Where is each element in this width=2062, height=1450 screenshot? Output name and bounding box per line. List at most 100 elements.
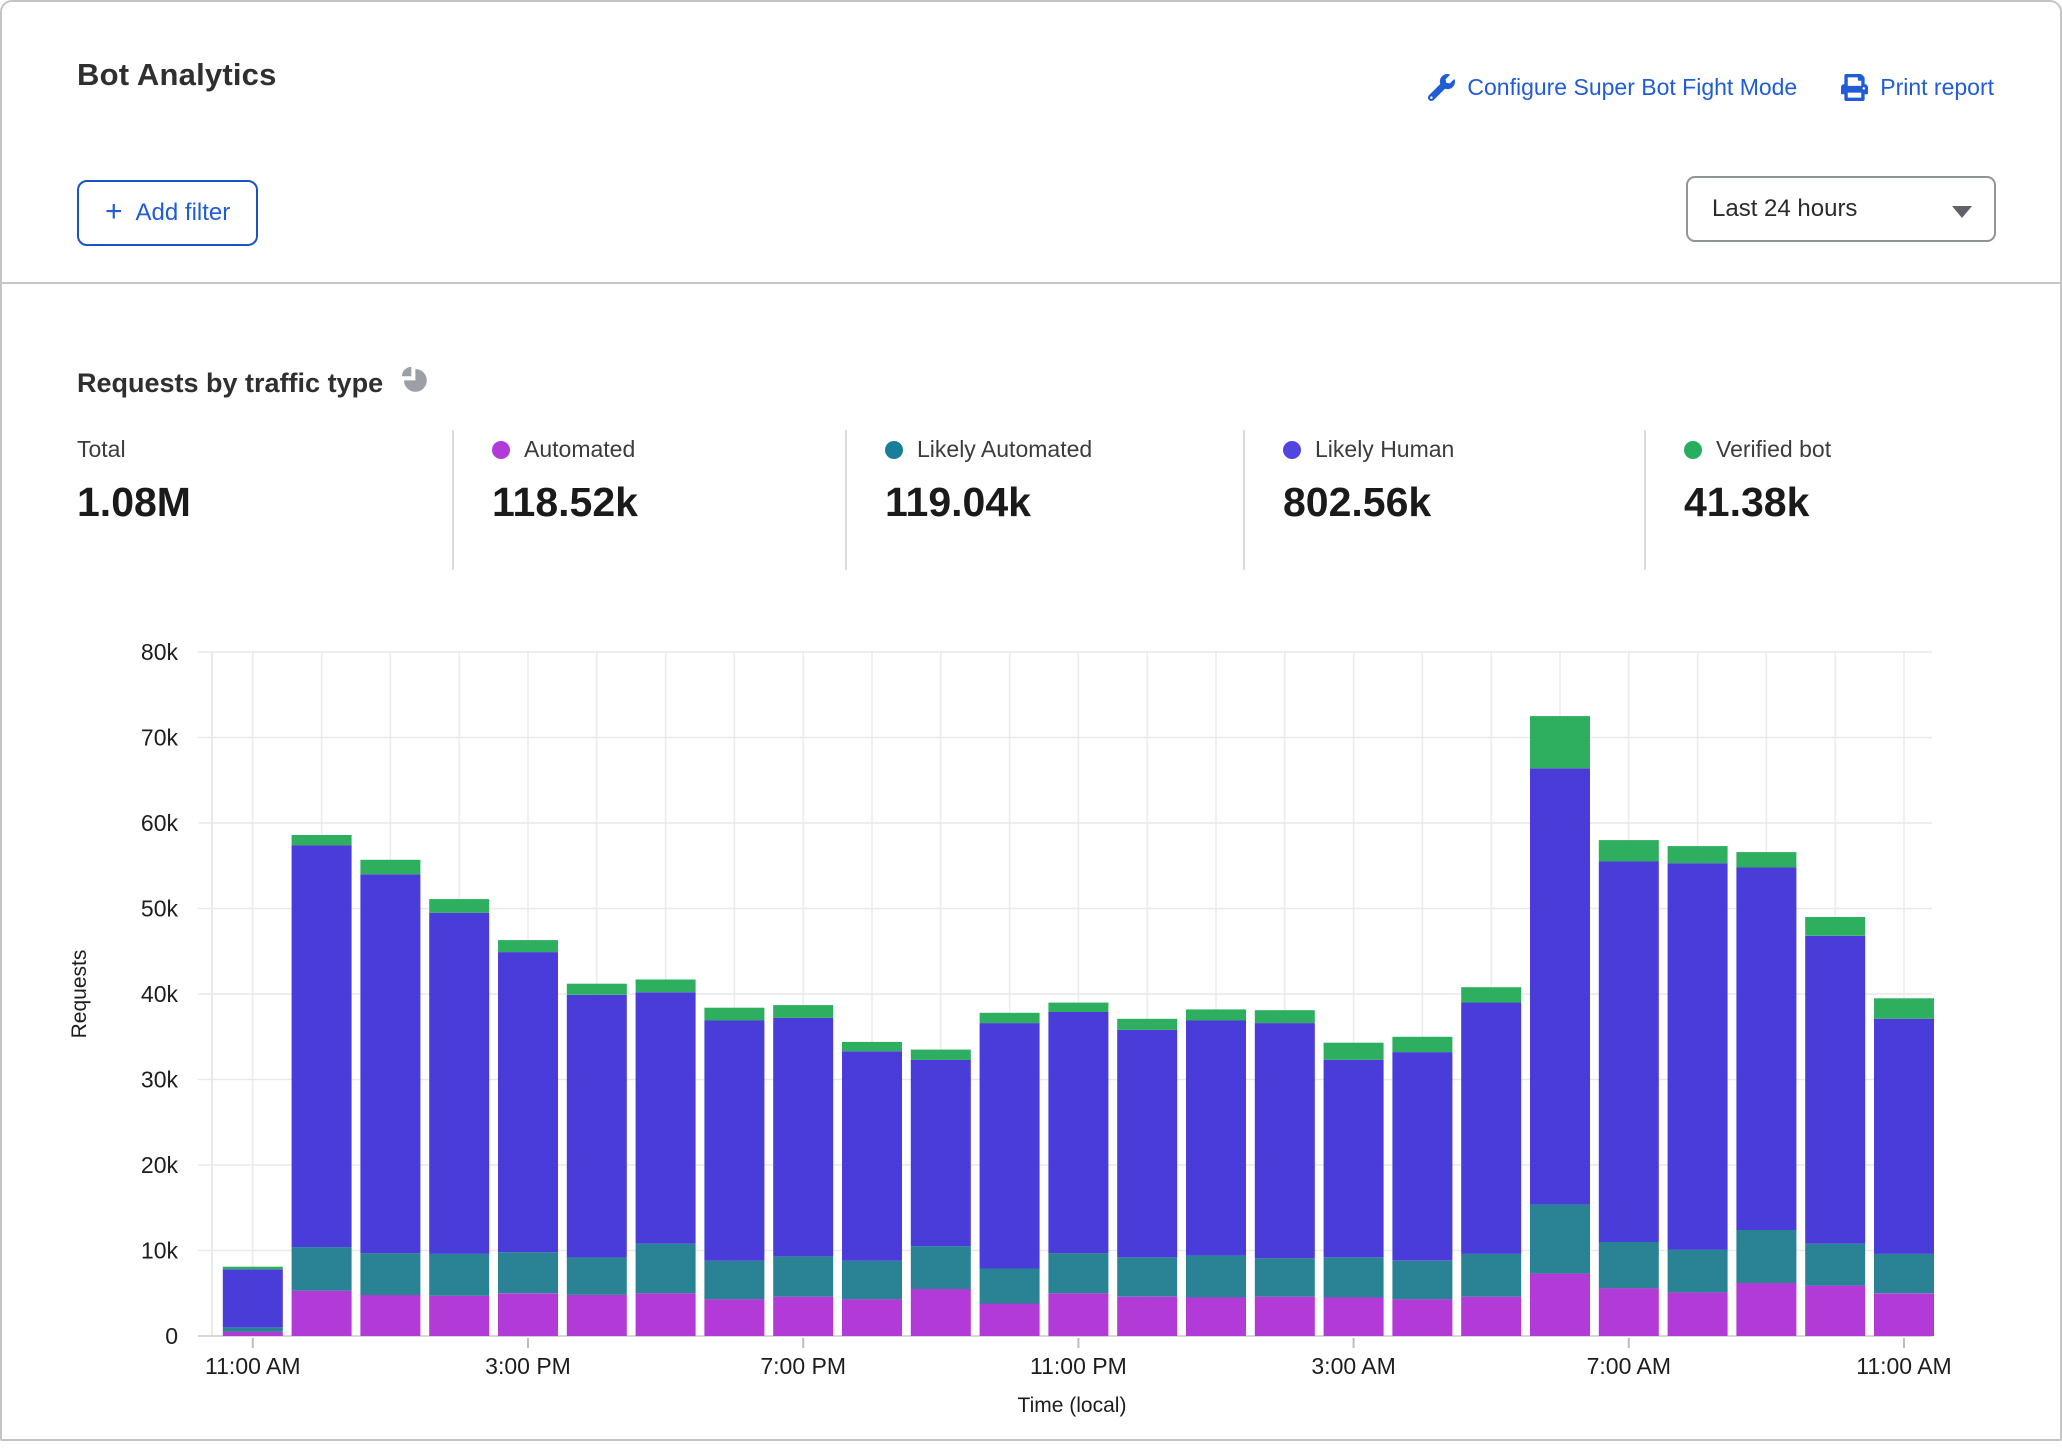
bar-segment[interactable] (292, 1291, 352, 1336)
bar-segment[interactable] (842, 1261, 902, 1300)
bar-segment[interactable] (1874, 1019, 1934, 1254)
bar-segment[interactable] (1874, 1293, 1934, 1336)
bar-segment[interactable] (1324, 1298, 1384, 1337)
bar-segment[interactable] (980, 1023, 1040, 1268)
bar-segment[interactable] (1392, 1052, 1452, 1261)
bar-segment[interactable] (1805, 1286, 1865, 1336)
bar-segment[interactable] (842, 1042, 902, 1051)
bar-segment[interactable] (429, 913, 489, 1254)
bar-segment[interactable] (980, 1013, 1040, 1023)
bar-segment[interactable] (1186, 1009, 1246, 1020)
bar-segment[interactable] (292, 835, 352, 845)
bar-segment[interactable] (1736, 868, 1796, 1231)
bar-segment[interactable] (1117, 1297, 1177, 1336)
bar-segment[interactable] (360, 860, 420, 875)
bar-segment[interactable] (1255, 1297, 1315, 1336)
bar-segment[interactable] (1048, 1003, 1108, 1012)
bar-segment[interactable] (223, 1269, 283, 1327)
bar-segment[interactable] (498, 952, 558, 1252)
bar-segment[interactable] (1324, 1043, 1384, 1060)
configure-super-bot-fight-mode-link[interactable]: Configure Super Bot Fight Mode (1428, 74, 1797, 101)
bar-segment[interactable] (773, 1018, 833, 1257)
bar-segment[interactable] (1392, 1037, 1452, 1052)
bar-segment[interactable] (1186, 1256, 1246, 1298)
print-report-link[interactable]: Print report (1841, 74, 1994, 101)
add-filter-button[interactable]: + Add filter (77, 180, 258, 246)
bar-segment[interactable] (1324, 1060, 1384, 1258)
bar-segment[interactable] (636, 992, 696, 1243)
bar-segment[interactable] (704, 1261, 764, 1300)
bar-segment[interactable] (980, 1269, 1040, 1304)
bar-segment[interactable] (1599, 1288, 1659, 1336)
bar-segment[interactable] (292, 1247, 352, 1291)
bar-segment[interactable] (429, 899, 489, 913)
bar-segment[interactable] (567, 1257, 627, 1295)
bar-segment[interactable] (429, 1254, 489, 1296)
bar-segment[interactable] (360, 874, 420, 1253)
bar-segment[interactable] (1186, 1021, 1246, 1256)
bar-segment[interactable] (1392, 1299, 1452, 1336)
bar-segment[interactable] (1530, 768, 1590, 1204)
bar-segment[interactable] (1805, 917, 1865, 936)
bar-segment[interactable] (1736, 852, 1796, 867)
bar-segment[interactable] (429, 1296, 489, 1336)
bar-segment[interactable] (636, 980, 696, 993)
bar-segment[interactable] (911, 1060, 971, 1246)
bar-segment[interactable] (1668, 863, 1728, 1249)
bar-segment[interactable] (1599, 1242, 1659, 1288)
bar-segment[interactable] (773, 1005, 833, 1018)
bar-segment[interactable] (223, 1332, 283, 1336)
bar-segment[interactable] (1117, 1030, 1177, 1257)
bar-segment[interactable] (1117, 1257, 1177, 1296)
bar-segment[interactable] (842, 1051, 902, 1261)
bar-segment[interactable] (704, 1299, 764, 1336)
bar-segment[interactable] (1255, 1258, 1315, 1297)
bar-segment[interactable] (1805, 936, 1865, 1244)
bar-segment[interactable] (1186, 1298, 1246, 1337)
bar-segment[interactable] (360, 1253, 420, 1295)
bar-segment[interactable] (223, 1328, 283, 1332)
bar-segment[interactable] (704, 1008, 764, 1021)
bar-segment[interactable] (1461, 987, 1521, 1002)
bar-segment[interactable] (1324, 1257, 1384, 1297)
bar-segment[interactable] (1599, 862, 1659, 1243)
traffic-chart[interactable]: 010k20k30k40k50k60k70k80k11:00 AM3:00 PM… (2, 602, 2062, 1447)
bar-segment[interactable] (911, 1050, 971, 1060)
bar-segment[interactable] (1599, 840, 1659, 861)
bar-segment[interactable] (1461, 1003, 1521, 1254)
bar-segment[interactable] (567, 1295, 627, 1336)
bar-segment[interactable] (223, 1267, 283, 1270)
bar-segment[interactable] (1530, 716, 1590, 768)
bar-segment[interactable] (1461, 1297, 1521, 1336)
bar-segment[interactable] (1530, 1204, 1590, 1273)
bar-segment[interactable] (773, 1257, 833, 1297)
bar-segment[interactable] (498, 1252, 558, 1293)
bar-segment[interactable] (1668, 846, 1728, 863)
bar-segment[interactable] (773, 1297, 833, 1336)
bar-segment[interactable] (911, 1289, 971, 1336)
bar-segment[interactable] (1048, 1253, 1108, 1293)
bar-segment[interactable] (1736, 1230, 1796, 1283)
bar-segment[interactable] (292, 845, 352, 1247)
bar-segment[interactable] (1668, 1250, 1728, 1293)
bar-segment[interactable] (980, 1304, 1040, 1337)
bar-segment[interactable] (1255, 1010, 1315, 1023)
bar-segment[interactable] (1461, 1254, 1521, 1297)
bar-segment[interactable] (567, 995, 627, 1258)
time-range-select[interactable]: Last 24 hours (1686, 176, 1996, 242)
bar-segment[interactable] (1392, 1261, 1452, 1300)
bar-segment[interactable] (1668, 1292, 1728, 1336)
bar-segment[interactable] (1736, 1283, 1796, 1336)
bar-segment[interactable] (498, 940, 558, 952)
bar-segment[interactable] (636, 1293, 696, 1336)
bar-segment[interactable] (911, 1246, 971, 1289)
bar-segment[interactable] (636, 1244, 696, 1294)
bar-segment[interactable] (360, 1295, 420, 1336)
bar-segment[interactable] (1255, 1023, 1315, 1258)
bar-segment[interactable] (498, 1293, 558, 1336)
bar-segment[interactable] (704, 1021, 764, 1261)
bar-segment[interactable] (1048, 1293, 1108, 1336)
bar-segment[interactable] (1048, 1012, 1108, 1253)
bar-segment[interactable] (567, 984, 627, 995)
bar-segment[interactable] (1874, 998, 1934, 1019)
